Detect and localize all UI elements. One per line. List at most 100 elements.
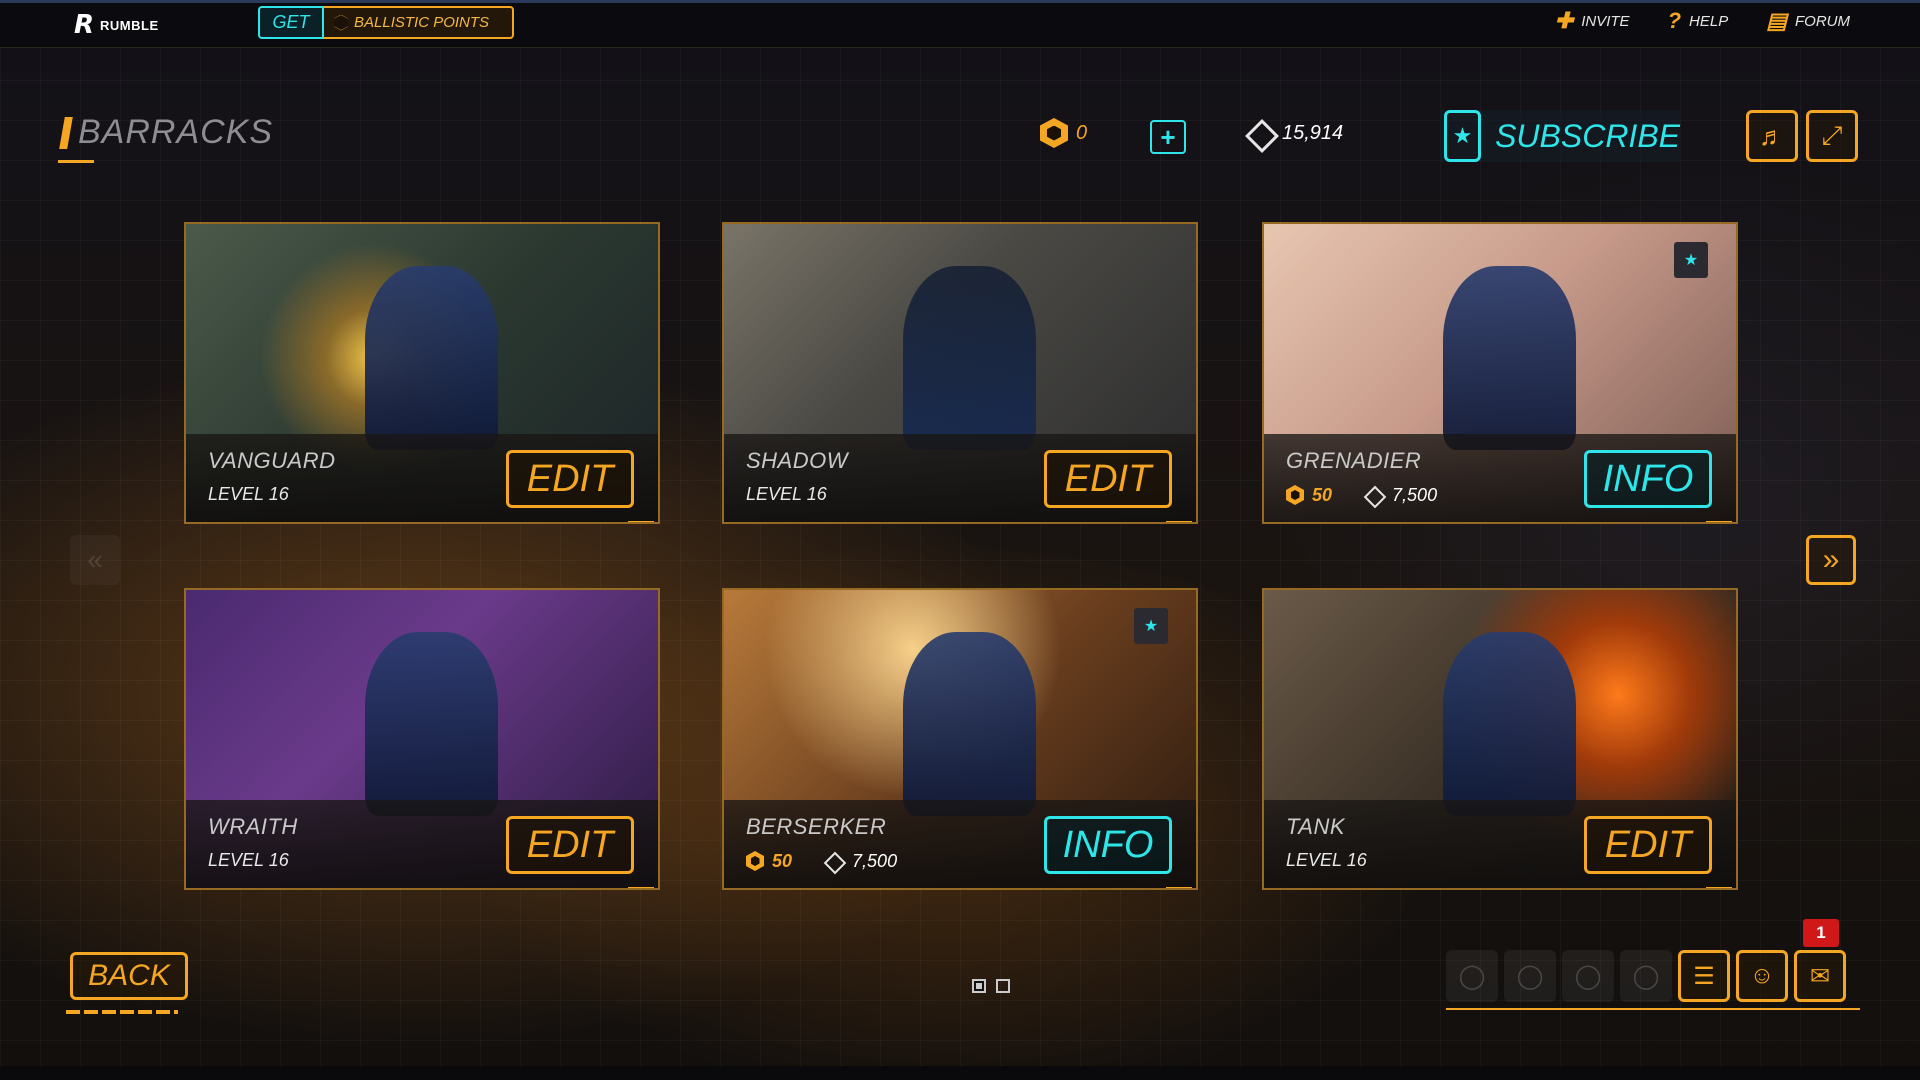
title-underline [58,160,94,163]
empty-friend-slot: ◯ [1620,950,1672,1002]
price-ballistic-points: 50 [772,850,793,871]
hero-name: WRAITH [208,814,298,839]
page-dot-2[interactable] [996,979,1010,993]
subscribe-button[interactable]: ★ SUBSCRIBE [1440,110,1680,162]
get-button[interactable]: GET [258,6,324,39]
back-button[interactable]: BACK [70,952,188,1000]
bottom-strip [0,1066,1920,1080]
friends-button[interactable]: ☺ [1736,950,1788,1002]
mail-badge: 1 [1803,919,1839,947]
hero-name: BERSERKER [746,814,887,839]
invite-link[interactable]: ✚ INVITE [1555,8,1630,34]
top-bar: R RUMBLE GET BALLISTIC POINTS ✚ INVITE ?… [0,0,1920,48]
edit-button[interactable]: EDIT [1044,450,1172,508]
hero-name: VANGUARD [208,448,336,473]
social-bar: ◯ ◯ ◯ ◯ ☰ ☺ 1 ✉ [1446,919,1846,1002]
hero-card-grenadier[interactable]: ★ GRENADIER 50 7,500 INFO [1262,222,1738,524]
top-accent-line [0,0,1920,3]
hero-level: LEVEL 16 [746,484,827,504]
credits-icon [822,850,844,872]
info-button[interactable]: INFO [1044,816,1172,874]
bookmark-icon: ★ [1674,242,1708,278]
chat-icon: ☰ [1693,962,1715,990]
card-info-panel: VANGUARD LEVEL 16 EDIT [186,434,658,522]
card-info-panel: BERSERKER 50 7,500 INFO [724,800,1196,888]
friends-icon: ☺ [1749,962,1775,989]
edit-button[interactable]: EDIT [506,816,634,874]
chat-bubbles-icon: ▤ [1766,8,1787,33]
back-underline [66,1010,178,1014]
ballistic-points-balance: 0 [1040,118,1087,148]
speaker-icon: ♬ [1759,120,1785,151]
subscribe-label: SUBSCRIBE [1495,117,1680,154]
invite-label: INVITE [1581,12,1630,30]
ballistic-points-icon [334,14,348,31]
hero-name: GRENADIER [1286,448,1422,473]
ballistic-points-icon [1040,118,1068,148]
mail-button[interactable]: 1 ✉ [1794,919,1846,1002]
logo-text: RUMBLE [100,17,159,33]
card-info-panel: WRAITH LEVEL 16 EDIT [186,800,658,888]
next-page-button[interactable]: » [1806,535,1856,585]
envelope-icon: ✉ [1809,962,1831,990]
price-ballistic-points: 50 [1312,484,1333,505]
ballistic-points-icon [746,851,764,871]
hero-card-wraith[interactable]: WRAITH LEVEL 16 EDIT [184,588,660,890]
help-link[interactable]: ? HELP [1668,8,1729,34]
forum-label: FORUM [1795,12,1850,30]
hero-level: LEVEL 16 [1286,850,1367,870]
card-info-panel: SHADOW LEVEL 16 EDIT [724,434,1196,522]
edit-button[interactable]: EDIT [1584,816,1712,874]
hero-level: LEVEL 16 [208,484,289,504]
double-chevron-right-icon: » [1822,543,1840,576]
hero-card-berserker[interactable]: ★ BERSERKER 50 7,500 INFO [722,588,1198,890]
hero-price: 50 7,500 [1286,484,1437,506]
bookmark-icon: ★ [1134,608,1168,644]
add-ballistic-points-button[interactable]: + [1150,120,1186,154]
card-info-panel: GRENADIER 50 7,500 INFO [1264,434,1736,522]
hero-name: SHADOW [746,448,848,473]
sound-button[interactable]: ♬ [1746,110,1798,162]
top-links: ✚ INVITE ? HELP ▤ FORUM [1555,8,1850,34]
credits-icon [1362,484,1384,506]
page-dot-1[interactable] [972,979,986,993]
edit-button[interactable]: EDIT [506,450,634,508]
price-credits: 7,500 [1392,484,1438,505]
page-indicator [972,979,1010,993]
ballistic-points-label: BALLISTIC POINTS [354,14,490,31]
hero-card-vanguard[interactable]: VANGUARD LEVEL 16 EDIT [184,222,660,524]
hero-level: LEVEL 16 [208,850,289,870]
get-ballistic-points[interactable]: GET BALLISTIC POINTS [258,6,514,39]
hero-price: 50 7,500 [746,850,897,872]
ballistic-points-icon [1286,485,1304,505]
help-label: HELP [1689,12,1729,30]
price-credits: 7,500 [852,850,898,871]
bookmark-icon: ★ [1444,110,1482,162]
credits-icon [1244,118,1274,148]
ballistic-points-button[interactable]: BALLISTIC POINTS [324,6,514,39]
question-icon: ? [1667,8,1682,33]
logo-mark: R [74,10,95,40]
empty-friend-slot: ◯ [1562,950,1614,1002]
hero-card-tank[interactable]: TANK LEVEL 16 EDIT [1262,588,1738,890]
page-title: BARRACKS [59,113,274,152]
hero-card-shadow[interactable]: SHADOW LEVEL 16 EDIT [722,222,1198,524]
forum-link[interactable]: ▤ FORUM [1766,8,1850,34]
title-accent [59,116,73,149]
credits-balance: 15,914 [1244,118,1343,148]
empty-friend-slot: ◯ [1446,950,1498,1002]
previous-page-button: « [70,535,120,585]
rumble-logo[interactable]: R RUMBLE [74,10,159,40]
background-grid [0,0,1920,1080]
card-info-panel: TANK LEVEL 16 EDIT [1264,800,1736,888]
hero-name: TANK [1286,814,1346,839]
social-bar-underline [1446,1008,1860,1010]
chat-button[interactable]: ☰ [1678,950,1730,1002]
info-button[interactable]: INFO [1584,450,1712,508]
credits-value: 15,914 [1282,121,1344,144]
ballistic-points-value: 0 [1076,121,1088,144]
expand-icon: ⤢ [1821,120,1843,150]
fullscreen-button[interactable]: ⤢ [1806,110,1858,162]
add-user-icon: ✚ [1554,8,1574,33]
page-title-text: BARRACKS [78,113,274,151]
